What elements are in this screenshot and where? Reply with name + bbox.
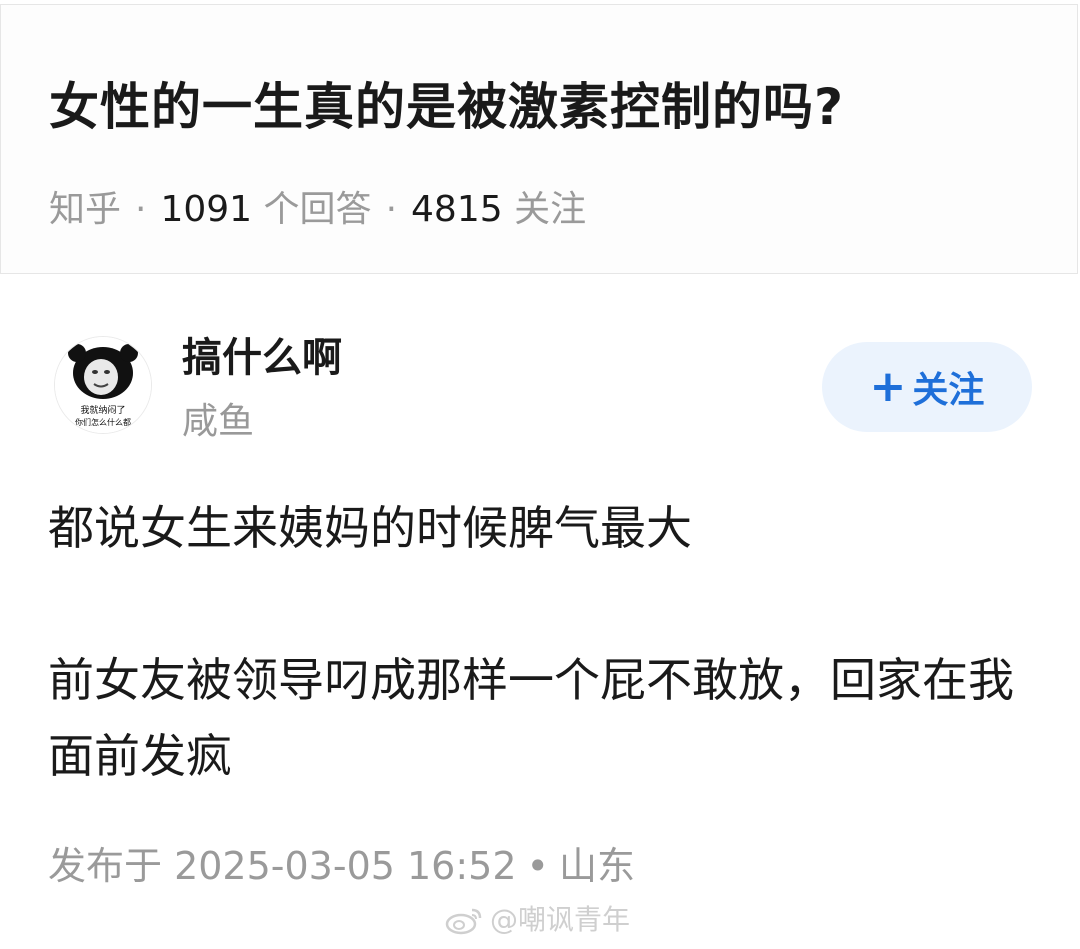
author-name[interactable]: 搞什么啊	[182, 330, 342, 386]
publish-location: 山东	[558, 844, 635, 888]
weibo-logo-icon	[445, 908, 482, 935]
avatar-caption-line2: 你们怎么什么都	[75, 417, 131, 427]
plus-icon: +	[869, 361, 907, 412]
avatar-caption-line1: 我就纳闷了	[80, 404, 125, 416]
question-meta: 知乎 · 1091 个回答 · 4815 关注	[49, 185, 586, 235]
answer-paragraph: 前女友被领导叼成那样一个屁不敢放，回家在我面前发疯	[48, 653, 1014, 783]
publish-info: 发布于 2025-03-05 16:52 • 山东	[48, 836, 635, 896]
zhihu-answer-page: 女性的一生真的是被激素控制的吗? 知乎 · 1091 个回答 · 4815 关注 我就纳…	[0, 0, 1080, 949]
answer-count-label: 个回答	[263, 189, 372, 230]
question-card[interactable]: 女性的一生真的是被激素控制的吗? 知乎 · 1091 个回答 · 4815 关注	[0, 4, 1078, 274]
watermark: @嘲讽青年	[444, 900, 630, 940]
separator-dot: ·	[135, 189, 147, 230]
follower-count: 4815	[411, 189, 503, 230]
question-title[interactable]: 女性的一生真的是被激素控制的吗?	[49, 75, 844, 139]
author-bio: 咸鱼	[182, 401, 255, 442]
follow-button[interactable]: + 关注	[822, 342, 1032, 432]
panda-meme-avatar-image: 我就纳闷了 你们怎么什么都	[55, 337, 151, 433]
source-label: 知乎	[49, 189, 122, 230]
separator-dot: •	[526, 844, 549, 888]
publish-date: 发布于 2025-03-05 16:52	[48, 844, 517, 888]
separator-dot: ·	[385, 189, 398, 230]
avatar[interactable]: 我就纳闷了 你们怎么什么都	[54, 336, 152, 434]
follow-button-label: 关注	[912, 370, 985, 411]
answer-count: 1091	[160, 189, 253, 230]
watermark-text: @嘲讽青年	[490, 903, 631, 936]
follower-count-label: 关注	[514, 189, 587, 230]
answer-paragraph: 都说女生来姨妈的时候脾气最大	[48, 501, 692, 555]
